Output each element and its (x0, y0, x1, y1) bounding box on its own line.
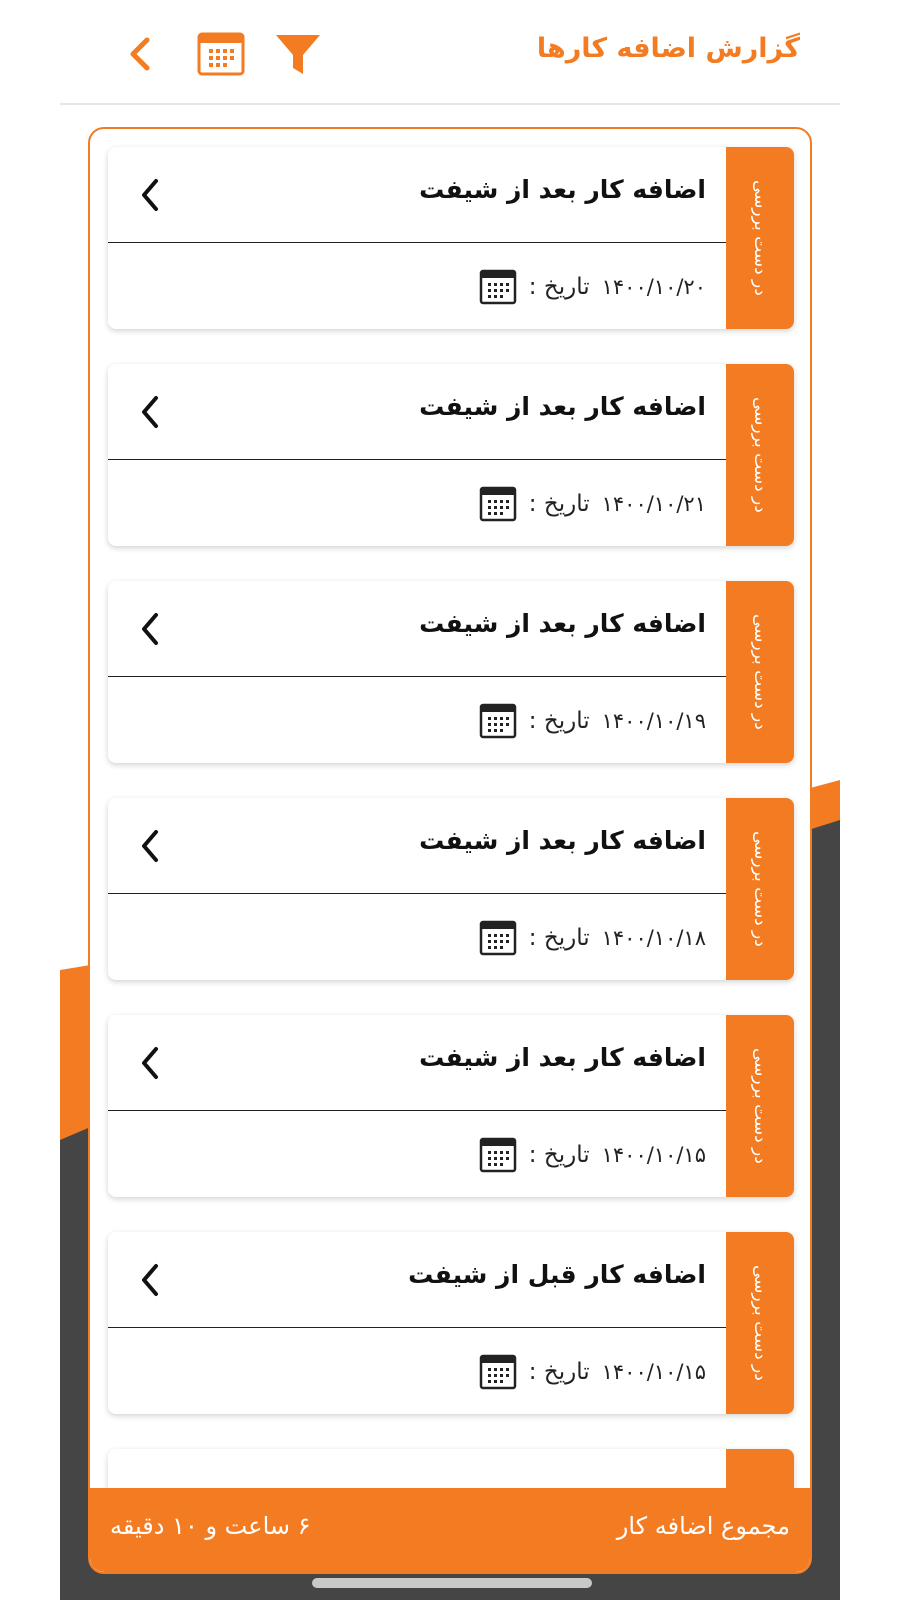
chevron-left-icon (142, 396, 158, 428)
list-item-content: اضافه کار بعد از شیفت (108, 581, 726, 763)
total-overtime-bar: مجموع اضافه کار ۶ ساعت و ۱۰ دقیقه (90, 1488, 810, 1572)
calendar-icon (479, 920, 517, 956)
status-tag: در دست بررسی (726, 581, 794, 763)
list-item[interactable]: در دست بررسی اضافه کار بعد از شیفت تاریخ… (108, 798, 794, 980)
date-row: تاریخ : ۱۴۰۰/۱۰/۲۱ (479, 485, 706, 523)
date-row: تاریخ : ۱۴۰۰/۱۰/۱۸ (479, 919, 706, 957)
date-row: تاریخ : ۱۴۰۰/۱۰/۱۵ (479, 1353, 706, 1391)
home-indicator[interactable] (312, 1578, 592, 1588)
list-item-header: اضافه کار بعد از شیفت (108, 1015, 726, 1111)
app-header: گزارش اضافه کارها (60, 0, 840, 105)
list-item-header: اضافه کار بعد از شیفت (108, 147, 726, 243)
total-overtime-value: ۶ ساعت و ۱۰ دقیقه (110, 1512, 311, 1540)
list-item-content: اضافه کار بعد از شیفت (108, 147, 726, 329)
open-item-button[interactable] (136, 175, 164, 215)
date-value: ۱۴۰۰/۱۰/۱۵ (601, 1360, 706, 1384)
calendar-icon (479, 1137, 517, 1173)
date-label: تاریخ : (528, 925, 590, 951)
chevron-left-icon (142, 1047, 158, 1079)
status-label: در دست بررسی (750, 831, 770, 947)
chevron-left-icon (142, 1264, 158, 1296)
date-label: تاریخ : (528, 1142, 590, 1168)
calendar-icon (479, 1354, 517, 1390)
status-tag: در دست بررسی (726, 798, 794, 980)
list-item-title: اضافه کار قبل از شیفت (408, 1260, 706, 1289)
list-item-title: اضافه کار بعد از شیفت (419, 826, 706, 855)
list-item-header: اضافه کار قبل از شیفت (108, 1232, 726, 1328)
calendar-icon (479, 703, 517, 739)
back-button[interactable] (115, 28, 167, 80)
chevron-left-icon (130, 37, 150, 71)
total-overtime-label: مجموع اضافه کار (616, 1512, 790, 1540)
open-item-button[interactable] (136, 392, 164, 432)
date-row: تاریخ : ۱۴۰۰/۱۰/۱۵ (479, 1136, 706, 1174)
list-item[interactable]: در دست بررسی اضافه کار بعد از شیفت تاریخ… (108, 1015, 794, 1197)
chevron-left-icon (142, 613, 158, 645)
date-label: تاریخ : (528, 491, 590, 517)
list-item-content: اضافه کار بعد از شیفت (108, 1015, 726, 1197)
date-value: ۱۴۰۰/۱۰/۲۱ (601, 492, 706, 516)
filter-button[interactable] (272, 28, 324, 80)
overtime-list-panel: در دست بررسی اضافه کار بعد از شیفت تاریخ… (88, 127, 812, 1574)
status-label: در دست بررسی (750, 180, 770, 296)
list-item-header: اضافه کار بعد از شیفت (108, 581, 726, 677)
list-item-title: اضافه کار بعد از شیفت (419, 1043, 706, 1072)
status-tag: در دست بررسی (726, 1232, 794, 1414)
list-item-footer: تاریخ : ۱۴۰۰/۱۰/۲۰ (108, 244, 726, 329)
calendar-icon (479, 269, 517, 305)
date-row: تاریخ : ۱۴۰۰/۱۰/۱۹ (479, 702, 706, 740)
list-item[interactable]: در دست بررسی اضافه کار بعد از شیفت تاریخ… (108, 147, 794, 329)
list-item[interactable]: در دست بررسی اضافه کار بعد از شیفت تاریخ… (108, 581, 794, 763)
list-item-header: اضافه کار بعد از شیفت (108, 364, 726, 460)
date-label: تاریخ : (528, 708, 590, 734)
list-item[interactable]: در دست بررسی اضافه کار بعد از شیفت تاریخ… (108, 364, 794, 546)
chevron-left-icon (142, 830, 158, 862)
list-item-footer: تاریخ : ۱۴۰۰/۱۰/۱۸ (108, 895, 726, 980)
date-row: تاریخ : ۱۴۰۰/۱۰/۲۰ (479, 268, 706, 306)
open-item-button[interactable] (136, 1043, 164, 1083)
chevron-left-icon (142, 179, 158, 211)
list-item-title: اضافه کار بعد از شیفت (419, 175, 706, 204)
list-item-footer: تاریخ : ۱۴۰۰/۱۰/۲۱ (108, 461, 726, 546)
list-item-content: اضافه کار قبل از شیفت تاریخ: ۱۴۰۰/۱۰/۱۵ (108, 1232, 726, 1414)
list-item-footer: تاریخ : ۱۴۰۰/۱۰/۱۹ (108, 678, 726, 763)
date-value: ۱۴۰۰/۱۰/۲۰ (601, 275, 706, 299)
status-label: در دست بررسی (750, 614, 770, 730)
open-item-button[interactable] (136, 609, 164, 649)
list-item[interactable]: در دست بررسی اضافه کار قبل از شیفت تاریخ… (108, 1232, 794, 1414)
status-label: در دست بررسی (750, 1265, 770, 1381)
date-label: تاریخ : (528, 1359, 590, 1385)
open-item-button[interactable] (136, 1260, 164, 1300)
status-tag: در دست بررسی (726, 1015, 794, 1197)
status-label: در دست بررسی (750, 1048, 770, 1164)
calendar-button[interactable] (195, 28, 247, 80)
list-item-title: اضافه کار بعد از شیفت (419, 609, 706, 638)
status-label: در دست بررسی (750, 397, 770, 513)
list-item-title: اضافه کار بعد از شیفت (419, 392, 706, 421)
calendar-icon (479, 486, 517, 522)
list-item-footer: تاریخ : ۱۴۰۰/۱۰/۱۵ (108, 1329, 726, 1414)
list-item-footer: تاریخ : ۱۴۰۰/۱۰/۱۵ (108, 1112, 726, 1197)
list-item-header: اضافه کار بعد از شیفت (108, 798, 726, 894)
list-item-content: اضافه کار بعد از شیفت (108, 364, 726, 546)
status-tag: در دست بررسی (726, 147, 794, 329)
date-value: ۱۴۰۰/۱۰/۱۸ (601, 926, 706, 950)
calendar-icon (197, 32, 245, 76)
list-item-content: اضافه کار بعد از شیفت (108, 798, 726, 980)
open-item-button[interactable] (136, 826, 164, 866)
filter-icon (276, 35, 320, 74)
status-tag: در دست بررسی (726, 364, 794, 546)
date-value: ۱۴۰۰/۱۰/۱۵ (601, 1143, 706, 1167)
date-value: ۱۴۰۰/۱۰/۱۹ (601, 709, 706, 733)
page-title: گزارش اضافه کارها (536, 33, 800, 64)
date-label: تاریخ : (528, 274, 590, 300)
